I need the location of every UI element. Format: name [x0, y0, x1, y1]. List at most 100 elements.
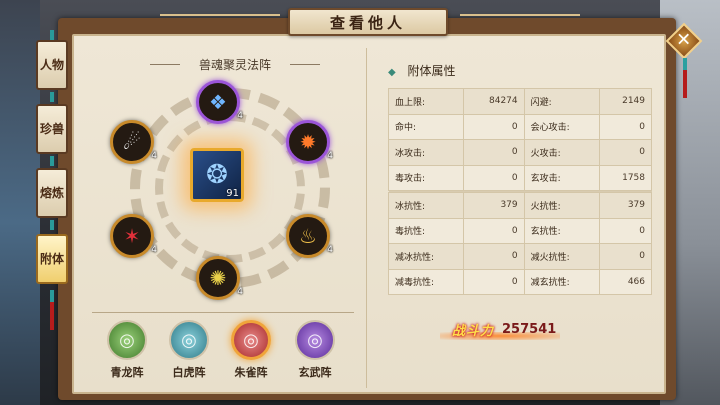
attr-value: 0	[463, 113, 525, 140]
attr-value: 0	[599, 217, 652, 244]
attr-value: 379	[599, 192, 652, 219]
tortoise-orb-icon: ◎	[295, 320, 335, 360]
bell-icon: ♨	[299, 224, 317, 248]
tab-label: 人物	[39, 57, 64, 72]
header-line-right	[290, 64, 320, 65]
attr-name: 减冰抗性:	[387, 243, 465, 270]
dragon-orb-icon: ◎	[107, 320, 147, 360]
attr-value: 0	[599, 139, 652, 166]
formation-slot-bottom-left[interactable]: ✶ 4	[110, 214, 157, 258]
tab-label: 珍兽	[39, 121, 64, 136]
attribute-row: 血上限: 84274 闪避: 2149	[387, 88, 652, 115]
slot-level: 4	[237, 287, 243, 297]
tab-label: 附体	[39, 251, 64, 266]
attr-value: 84274	[463, 88, 525, 115]
attr-value: 0	[599, 113, 652, 140]
slot-level: 4	[151, 245, 157, 255]
formation-slot-top[interactable]: ❖ 4	[196, 80, 243, 124]
attribute-row: 毒攻击: 0 玄攻击: 1758	[387, 164, 652, 191]
attr-name: 玄攻击:	[523, 164, 601, 191]
array-button-azure-dragon[interactable]: ◎ 青龙阵	[104, 320, 150, 380]
attribute-row: 减冰抗性: 0 减火抗性: 0	[387, 243, 652, 270]
array-button-black-tortoise[interactable]: ◎ 玄武阵	[292, 320, 338, 380]
formation-title: 兽魂聚灵法阵	[198, 58, 271, 72]
attr-value: 1758	[599, 164, 652, 191]
attr-name: 冰抗性:	[387, 192, 465, 219]
attr-value: 379	[463, 192, 525, 219]
attribute-row: 冰攻击: 0 火攻击: 0	[387, 139, 652, 166]
attr-name: 减玄抗性:	[523, 268, 601, 295]
combat-power: 战斗力 257541	[452, 320, 556, 339]
tab-label: 熔炼	[39, 185, 64, 200]
formation-slot-top-right[interactable]: ✹ 4	[286, 120, 333, 164]
tab-knot	[50, 30, 54, 40]
center-level: 91	[226, 188, 239, 199]
attr-value: 2149	[599, 88, 652, 115]
tab-knot	[50, 220, 54, 230]
array-label: 玄武阵	[298, 366, 332, 379]
slot-level: 4	[237, 111, 243, 121]
window-title-banner: 查看他人	[288, 8, 448, 36]
formation-header: 兽魂聚灵法阵	[150, 56, 320, 73]
attributes-table: 血上限: 84274 闪避: 2149 命中: 0 会心攻击: 0 冰攻击: 0…	[387, 88, 652, 295]
attr-value: 0	[463, 217, 525, 244]
formation-center-slot[interactable]: ❂ 91	[190, 148, 244, 202]
attr-name: 减毒抗性:	[387, 268, 465, 295]
close-icon: ✕	[676, 30, 692, 51]
tab-pets[interactable]: 珍兽	[36, 104, 68, 154]
attr-name: 命中:	[387, 113, 465, 140]
title-ornament-left	[160, 14, 280, 26]
tab-tassel	[50, 290, 54, 330]
attr-name: 火抗性:	[523, 192, 601, 219]
array-label: 朱雀阵	[234, 366, 268, 379]
array-label: 青龙阵	[110, 366, 144, 379]
attr-name: 冰攻击:	[387, 139, 465, 166]
formation-slot-bottom-right[interactable]: ♨ 4	[286, 214, 333, 258]
diamond-bullet-icon: ◆	[388, 67, 396, 78]
attribute-row: 毒抗性: 0 玄抗性: 0	[387, 217, 652, 244]
attr-value: 0	[463, 164, 525, 191]
attr-name: 火攻击:	[523, 139, 601, 166]
bird-orb-icon: ◎	[231, 320, 271, 360]
tab-character[interactable]: 人物	[36, 40, 68, 90]
section-separator	[366, 48, 367, 388]
attr-name: 玄抗性:	[523, 217, 601, 244]
attributes-header: ◆ 附体属性	[388, 62, 456, 79]
attr-name: 血上限:	[387, 88, 465, 115]
tab-smelting[interactable]: 熔炼	[36, 168, 68, 218]
red-claw-icon: ✶	[123, 224, 141, 248]
blue-beast-icon: ❖	[209, 90, 227, 114]
tab-knot	[50, 92, 54, 102]
gold-rune-icon: ✺	[209, 266, 227, 290]
tab-knot	[50, 156, 54, 166]
attribute-row: 减毒抗性: 0 减玄抗性: 466	[387, 268, 652, 295]
attributes-title: 附体属性	[407, 64, 456, 78]
formation-slot-bottom[interactable]: ✺ 4	[196, 256, 243, 300]
tab-possession[interactable]: 附体	[36, 234, 68, 284]
fire-beast-icon: ✹	[299, 130, 317, 154]
tassel-decoration	[683, 58, 687, 98]
attr-name: 毒抗性:	[387, 217, 465, 244]
array-button-vermilion-bird[interactable]: ◎ 朱雀阵	[228, 320, 274, 380]
array-label: 白虎阵	[172, 366, 206, 379]
slot-level: 4	[327, 245, 333, 255]
attribute-row: 冰抗性: 379 火抗性: 379	[387, 192, 652, 219]
attr-name: 减火抗性:	[523, 243, 601, 270]
slot-level: 4	[151, 151, 157, 161]
power-value: 257541	[502, 322, 557, 337]
tiger-orb-icon: ◎	[169, 320, 209, 360]
formation-diagram: ❖ 4 ✹ 4 ♨ 4 ✺ 4 ✶ 4 ☄ 4 ❂ 91	[100, 78, 350, 308]
formation-slot-top-left[interactable]: ☄ 4	[110, 120, 157, 164]
beast-spirit-icon: ❂	[206, 160, 228, 190]
array-button-white-tiger[interactable]: ◎ 白虎阵	[166, 320, 212, 380]
attr-name: 闪避:	[523, 88, 601, 115]
attr-value: 466	[599, 268, 652, 295]
slot-level: 4	[327, 151, 333, 161]
attribute-row: 命中: 0 会心攻击: 0	[387, 113, 652, 140]
attr-value: 0	[463, 243, 525, 270]
window-title: 查看他人	[329, 13, 406, 32]
title-ornament-right	[460, 14, 580, 26]
formation-divider	[92, 312, 354, 313]
attr-name: 会心攻击:	[523, 113, 601, 140]
white-tiger-icon: ☄	[123, 130, 141, 154]
